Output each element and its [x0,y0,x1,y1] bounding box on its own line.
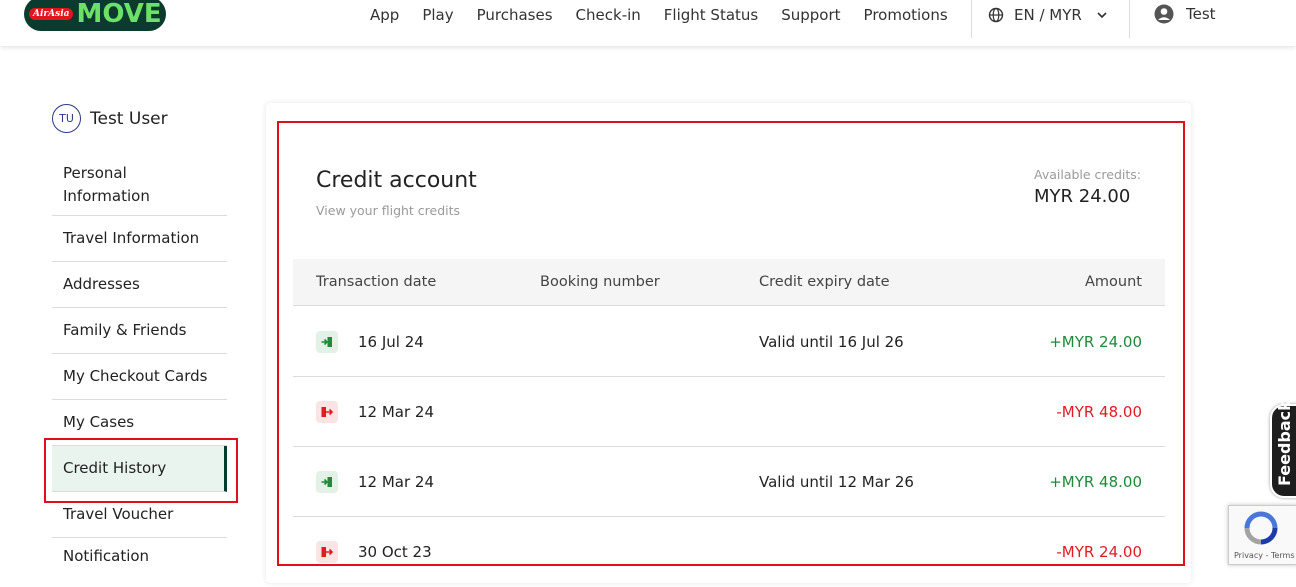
header-divider [971,0,972,38]
airasia-move-logo[interactable]: AirAsia MOVE [24,0,166,31]
credit-expiry: Valid until 12 Mar 26 [759,473,914,491]
account-sidebar-menu: Personal Information Travel Information … [52,155,227,574]
language-selector[interactable]: EN / MYR [988,6,1118,24]
sidebar-item-personal-information[interactable]: Personal Information [52,155,227,216]
transaction-date: 30 Oct 23 [358,543,432,561]
nav-check-in[interactable]: Check-in [576,6,641,24]
sidebar-item-label: Family & Friends [63,321,187,339]
credit-in-icon [316,471,338,493]
transaction-date: 12 Mar 24 [358,473,435,491]
logo-brand-text: AirAsia [29,8,74,20]
table-header: Transaction date Booking number Credit e… [293,259,1165,306]
avatar: TU [52,104,81,133]
credit-out-icon [316,541,338,563]
page-subtitle: View your flight credits [316,203,461,218]
feedback-tab[interactable]: Feedback [1270,400,1296,498]
nav-purchases[interactable]: Purchases [477,6,553,24]
globe-icon [988,7,1004,23]
sidebar-item-label: My Checkout Cards [63,367,208,385]
header-divider [1129,0,1130,38]
nav-play[interactable]: Play [422,6,453,24]
recaptcha-links[interactable]: Privacy - Terms [1234,551,1295,560]
main-nav: App Play Purchases Check-in Flight Statu… [370,6,971,24]
credit-in-icon [316,331,338,353]
top-header: AirAsia MOVE App Play Purchases Check-in… [0,0,1296,46]
recaptcha-badge[interactable]: Privacy - Terms [1228,505,1296,565]
credit-out-icon [316,401,338,423]
table-row: 30 Oct 23 -MYR 24.00 [293,517,1165,587]
amount: +MYR 48.00 [1049,473,1142,491]
table-row: 16 Jul 24 Valid until 16 Jul 26 +MYR 24.… [293,307,1165,377]
column-header-credit-expiry: Credit expiry date [759,274,890,290]
user-account-icon [1154,4,1174,24]
chevron-down-icon [1097,12,1107,19]
column-header-amount: Amount [1085,274,1142,290]
sidebar-item-label: My Cases [63,413,135,431]
amount: +MYR 24.00 [1049,333,1142,351]
table-row: 12 Mar 24 -MYR 48.00 [293,377,1165,447]
language-label: EN / MYR [1014,6,1082,24]
sidebar-item-label: Notification [63,546,150,565]
column-header-booking-number: Booking number [540,274,660,290]
sidebar-item-my-cases[interactable]: My Cases [52,400,227,446]
nav-promotions[interactable]: Promotions [864,6,948,24]
user-menu-label: Test [1186,5,1216,23]
transaction-date: 12 Mar 24 [358,403,435,421]
nav-app[interactable]: App [370,6,399,24]
sidebar-item-label: Personal Information [63,164,150,205]
logo-word-text: MOVE [76,0,162,29]
page-title: Credit account [316,168,477,193]
profile-summary: TU Test User [52,104,168,133]
table-row: 12 Mar 24 Valid until 12 Mar 26 +MYR 48.… [293,447,1165,517]
nav-support[interactable]: Support [781,6,840,24]
profile-name: Test User [90,108,168,129]
column-header-transaction-date: Transaction date [316,274,437,290]
amount: -MYR 24.00 [1056,543,1142,561]
nav-flight-status[interactable]: Flight Status [664,6,758,24]
sidebar-item-checkout-cards[interactable]: My Checkout Cards [52,354,227,400]
sidebar-item-label: Travel Information [63,229,200,247]
feedback-label: Feedback [1275,400,1294,486]
available-credits-value: MYR 24.00 [1034,186,1131,207]
credit-expiry: Valid until 16 Jul 26 [759,333,904,351]
amount: -MYR 48.00 [1056,403,1142,421]
sidebar-item-family-friends[interactable]: Family & Friends [52,308,227,354]
sidebar-item-label: Travel Voucher [63,505,174,523]
recaptcha-icon [1244,511,1278,545]
sidebar-item-addresses[interactable]: Addresses [52,262,227,308]
sidebar-item-label: Addresses [63,275,140,293]
sidebar-item-credit-history[interactable]: Credit History [52,446,227,492]
transaction-date: 16 Jul 24 [358,333,424,351]
sidebar-item-notification[interactable]: Notification [52,538,227,574]
sidebar-item-travel-voucher[interactable]: Travel Voucher [52,492,227,538]
available-credits-label: Available credits: [1034,167,1142,182]
user-menu[interactable]: Test [1154,4,1216,24]
sidebar-item-label: Credit History [63,459,167,477]
sidebar-item-travel-information[interactable]: Travel Information [52,216,227,262]
